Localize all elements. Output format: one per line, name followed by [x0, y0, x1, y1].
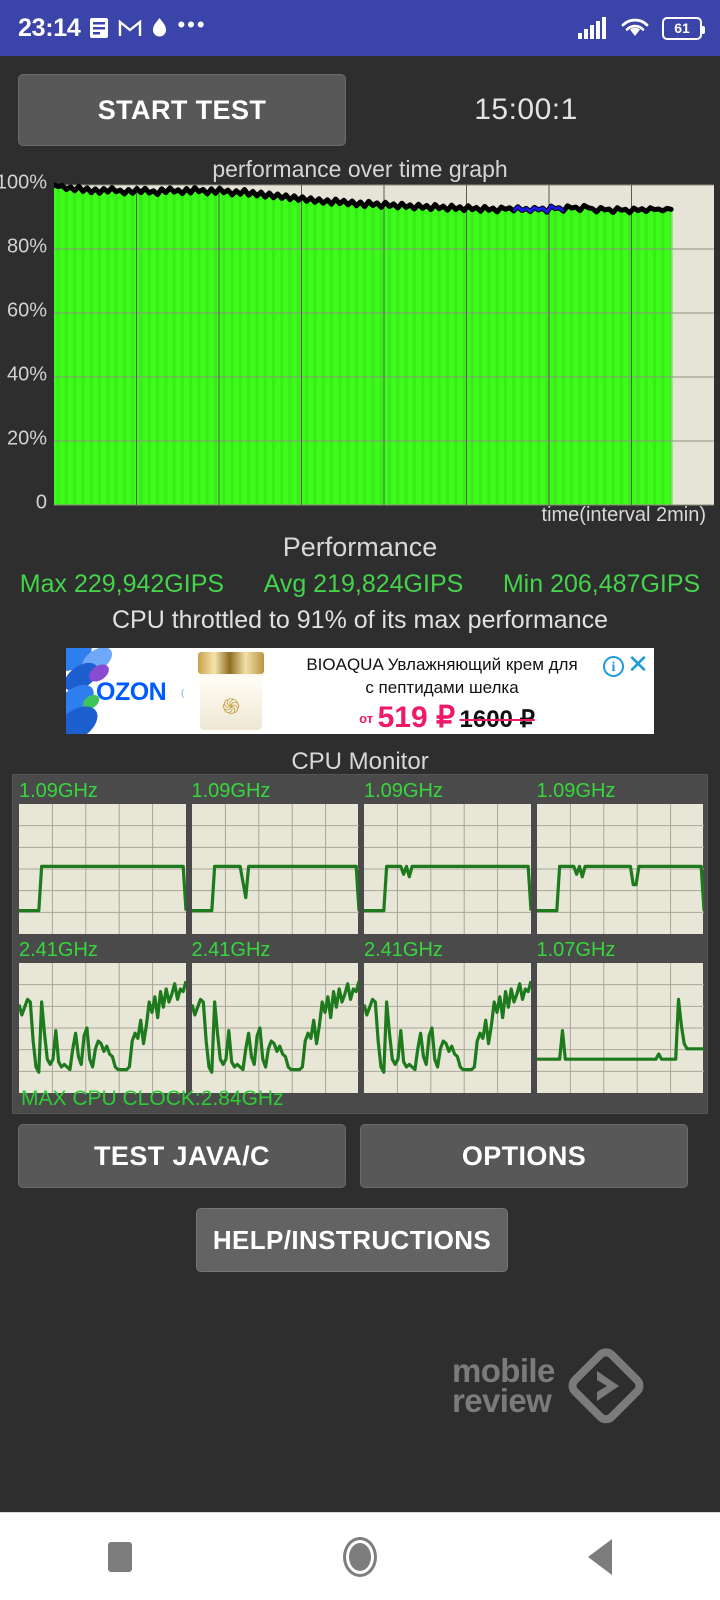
- cpu-core-frequency: 1.09GHz: [191, 780, 271, 802]
- graph-y-tick: 20%: [6, 427, 47, 450]
- ad-price-prefix: от: [359, 711, 374, 726]
- ozon-logo: OZON: [96, 678, 167, 706]
- ad-price-new: 519 ₽: [377, 701, 456, 734]
- watermark-text: mobile review: [452, 1353, 555, 1419]
- graph-plot: [54, 182, 714, 506]
- flame-icon: [153, 18, 167, 37]
- signal-bars-icon: [578, 17, 606, 39]
- nav-gap: [0, 1472, 720, 1512]
- cpu-core-plot: [189, 963, 361, 1093]
- cpu-core-frequency: 1.07GHz: [536, 939, 616, 961]
- mobile-review-logo-icon: [568, 1348, 644, 1424]
- throttle-message: CPU throttled to 91% of its max performa…: [111, 606, 609, 634]
- cpu-core-cell: 1.09GHz: [19, 779, 188, 934]
- cpu-core-cell: 1.09GHz: [191, 779, 361, 934]
- graph-y-axis: 100% 80% 60% 40% 20% 0: [0, 172, 53, 530]
- options-button[interactable]: OPTIONS: [360, 1124, 688, 1188]
- ad-artwork: OZON 0+: [66, 648, 184, 734]
- ad-price-row: от 519 ₽ 1600 ₽: [278, 700, 654, 734]
- cpu-core-plot: [536, 804, 706, 934]
- cpu-core-plot: [536, 963, 704, 1093]
- performance-title: Performance: [282, 532, 438, 562]
- top-controls: START TEST 15:00:1: [0, 74, 720, 146]
- test-java-c-button[interactable]: TEST JAVA/C: [18, 1124, 346, 1188]
- status-bar-right: 61: [578, 16, 705, 40]
- cpu-monitor-title: CPU Monitor: [291, 748, 429, 775]
- cpu-core-frequency: 1.09GHz: [19, 780, 98, 802]
- wifi-icon: [621, 18, 649, 36]
- circle-icon: [343, 1536, 377, 1577]
- ad-headline: BIOAQUA Увлажняющий крем для: [306, 655, 578, 674]
- watermark-line2: review: [452, 1382, 552, 1419]
- cpu-core-frequency: 1.09GHz: [364, 780, 443, 802]
- home-button[interactable]: [315, 1527, 405, 1587]
- android-nav-bar: [0, 1512, 720, 1600]
- battery-percent: 61: [674, 20, 690, 36]
- max-cpu-clock-label: MAX CPU CLOCK:2.84GHz: [21, 1087, 284, 1110]
- cpu-core-plot: [362, 963, 533, 1093]
- status-bar: 23:14 ••• 61: [0, 0, 720, 56]
- cpu-core-cell: 1.09GHz: [536, 779, 706, 934]
- graph-y-tick: 40%: [6, 363, 47, 386]
- cpu-core-grid: 1.09GHz 1.09GHz 1.09GHz 1.09GHz 2.41GHz 2.41G…: [17, 779, 706, 1093]
- graph-y-tick: 60%: [6, 299, 47, 322]
- performance-stats: Max 229,942GIPS Avg 219,824GIPS Min 206,…: [0, 568, 720, 600]
- cpu-core-cell: 2.41GHz: [17, 938, 188, 1093]
- cpu-core-cell: 1.09GHz: [364, 779, 533, 934]
- advertisement-banner[interactable]: OZON 0+ ֍ BIOAQUA Увлажняющий крем для с…: [66, 648, 654, 734]
- back-button[interactable]: [555, 1527, 645, 1587]
- cpu-core-cell: 2.41GHz: [189, 938, 361, 1093]
- ad-price-old: 1600 ₽: [459, 706, 535, 733]
- graph-y-tick: 0: [35, 491, 47, 514]
- cpu-monitor-panel: 1.09GHz 1.09GHz 1.09GHz 1.09GHz 2.41GHz 2.41G…: [12, 774, 708, 1114]
- ad-text-block: BIOAQUA Увлажняющий крем для с пептидами…: [278, 648, 654, 734]
- info-icon[interactable]: i: [603, 656, 624, 677]
- help-instructions-button[interactable]: HELP/INSTRUCTIONS: [196, 1208, 508, 1272]
- recents-button[interactable]: [75, 1527, 165, 1587]
- ad-product-image: ֍: [184, 648, 278, 734]
- cpu-core-frequency: 2.41GHz: [364, 939, 443, 961]
- start-test-button[interactable]: START TEST: [18, 74, 346, 146]
- graph-x-axis-label: time(interval 2min): [541, 504, 706, 526]
- perf-max: Max 229,942GIPS: [19, 569, 225, 598]
- close-icon[interactable]: ✕: [626, 651, 650, 677]
- cpu-core-plot: [19, 804, 188, 934]
- cpu-core-frequency: 1.09GHz: [536, 780, 616, 802]
- battery-indicator: 61: [662, 16, 705, 40]
- cpu-core-frequency: 2.41GHz: [191, 939, 271, 961]
- cpu-core-frequency: 2.41GHz: [19, 939, 98, 961]
- perf-min: Min 206,487GIPS: [502, 569, 701, 598]
- gmail-icon: [119, 19, 142, 36]
- ad-subheadline: с пептидами шелка: [365, 678, 519, 697]
- more-dots-icon: •••: [177, 11, 207, 37]
- cpu-core-cell: 1.07GHz: [536, 938, 704, 1093]
- cpu-core-plot: [364, 804, 533, 934]
- note-icon: [90, 18, 109, 38]
- square-icon: [108, 1541, 132, 1572]
- graph-y-tick: 80%: [6, 235, 47, 258]
- status-bar-left: 23:14 •••: [18, 11, 207, 43]
- graph-y-tick: 100%: [0, 171, 47, 194]
- app-root: 23:14 ••• 61 START TEST 15:00:1 performa…: [0, 0, 720, 1600]
- cpu-core-plot: [17, 963, 188, 1093]
- perf-avg: Avg 219,824GIPS: [263, 569, 464, 598]
- mobile-review-watermark: mobile review: [452, 1340, 682, 1432]
- performance-graph: 100% 80% 60% 40% 20% 0: [0, 172, 720, 530]
- test-timer: 15:00:1: [474, 93, 578, 126]
- status-time: 23:14: [18, 13, 81, 42]
- triangle-back-icon: [588, 1538, 612, 1575]
- cpu-core-cell: 2.41GHz: [362, 938, 533, 1093]
- cpu-core-plot: [191, 804, 361, 934]
